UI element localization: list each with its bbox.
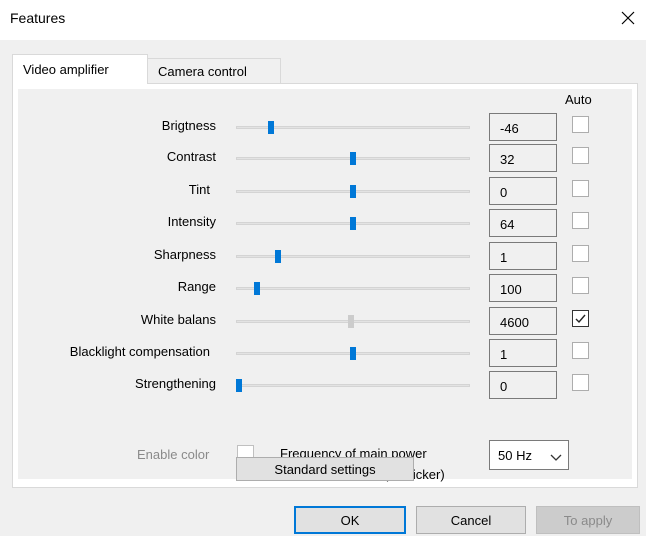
apply-button[interactable]: To apply [536,506,640,534]
checkmark-icon [575,314,586,324]
value-field[interactable]: 0 [489,371,557,399]
slider-thumb[interactable] [347,315,354,328]
setting-label: Blacklight compensation [69,344,210,359]
setting-label: Strengthening [135,376,216,391]
standard-settings-label: Standard settings [274,461,376,477]
tab-camera-control[interactable]: Camera control [147,58,281,84]
cancel-label: Cancel [450,512,492,528]
auto-checkbox[interactable] [572,374,589,391]
window-title: Features [10,10,66,26]
value-field[interactable]: 0 [489,177,557,205]
slider-thumb[interactable] [350,347,356,360]
auto-checkbox[interactable] [572,245,589,262]
slider-thumb[interactable] [350,185,356,198]
dialog-client-area: Video amplifier Camera control Auto Brig… [0,40,646,536]
slider-track[interactable] [236,384,470,387]
slider-thumb[interactable] [254,282,261,295]
frequency-select[interactable]: 50 Hz [489,440,569,470]
ok-button[interactable]: OK [294,506,406,534]
setting-label: Brigtness [161,118,216,133]
value-field[interactable]: 1 [489,339,557,367]
auto-checkbox[interactable] [572,116,589,133]
tab-label: Video amplifier [23,62,109,77]
slider-thumb[interactable] [350,217,356,230]
auto-checkbox[interactable] [572,147,589,164]
value-field[interactable]: 4600 [489,307,557,335]
slider-track[interactable] [236,287,470,290]
auto-checkbox[interactable] [572,180,589,197]
setting-label: Intensity [167,214,216,229]
cancel-button[interactable]: Cancel [416,506,526,534]
slider-thumb[interactable] [274,250,281,263]
enable-color-label: Enable color [137,447,210,462]
auto-checkbox[interactable] [572,342,589,359]
apply-label: To apply [563,512,613,528]
setting-label: Contrast [166,149,216,164]
setting-label: Tint [188,182,210,197]
value-field[interactable]: 32 [489,144,557,172]
auto-checkbox[interactable] [572,277,589,294]
standard-settings-button[interactable]: Standard settings [236,457,414,481]
frequency-selected-value: 50 Hz [498,447,532,463]
tab-video-amplifier[interactable]: Video amplifier [12,54,148,84]
value-field[interactable]: -46 [489,113,557,141]
auto-checkbox[interactable] [572,212,589,229]
value-field[interactable]: 64 [489,209,557,237]
slider-track[interactable] [236,255,470,258]
setting-label: White balans [140,312,216,327]
ok-label: OK [340,512,360,528]
tab-label: Camera control [158,64,247,79]
value-field[interactable]: 100 [489,274,557,302]
setting-label: Sharpness [153,247,216,262]
auto-column-header: Auto [565,92,592,107]
setting-label: Range [177,279,216,294]
slider-thumb[interactable] [267,121,274,134]
auto-checkbox[interactable] [572,310,589,327]
slider-thumb[interactable] [236,379,242,392]
chevron-down-icon [550,450,562,465]
close-icon[interactable] [616,6,640,30]
slider-thumb[interactable] [350,152,356,165]
value-field[interactable]: 1 [489,242,557,270]
